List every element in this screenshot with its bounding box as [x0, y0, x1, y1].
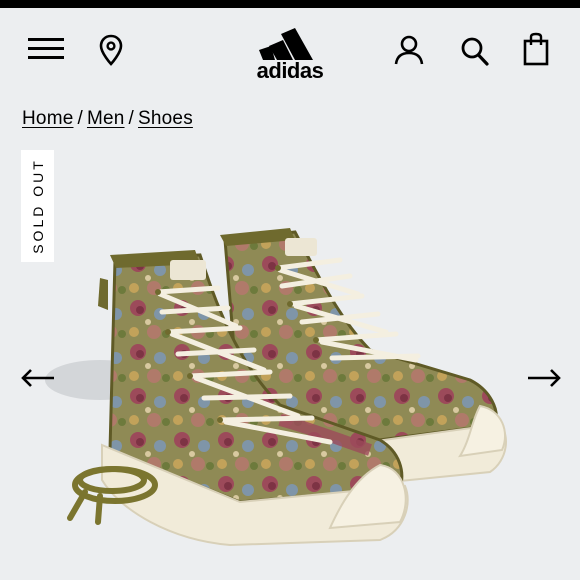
- breadcrumb-home[interactable]: Home: [22, 108, 73, 130]
- adidas-logo[interactable]: adidas: [249, 20, 331, 84]
- top-status-strip: [0, 0, 580, 8]
- breadcrumb-men[interactable]: Men: [87, 108, 125, 130]
- breadcrumb-shoes[interactable]: Shoes: [138, 108, 193, 130]
- account-icon[interactable]: [394, 34, 424, 66]
- adidas-stripes-icon: [259, 28, 313, 60]
- product-image[interactable]: [40, 210, 540, 555]
- product-gallery: [0, 200, 580, 560]
- menu-icon[interactable]: [28, 38, 64, 60]
- breadcrumb-separator: /: [77, 108, 83, 129]
- brand-wordmark: adidas: [256, 58, 324, 83]
- breadcrumb: Home / Men / Shoes: [22, 108, 193, 130]
- location-icon[interactable]: [98, 34, 124, 66]
- arrow-right-icon[interactable]: [526, 368, 562, 388]
- search-icon[interactable]: [460, 35, 490, 67]
- shopping-bag-icon[interactable]: [522, 32, 550, 66]
- breadcrumb-separator: /: [128, 108, 135, 129]
- arrow-left-icon[interactable]: [20, 368, 56, 388]
- site-header: adidas: [0, 8, 580, 88]
